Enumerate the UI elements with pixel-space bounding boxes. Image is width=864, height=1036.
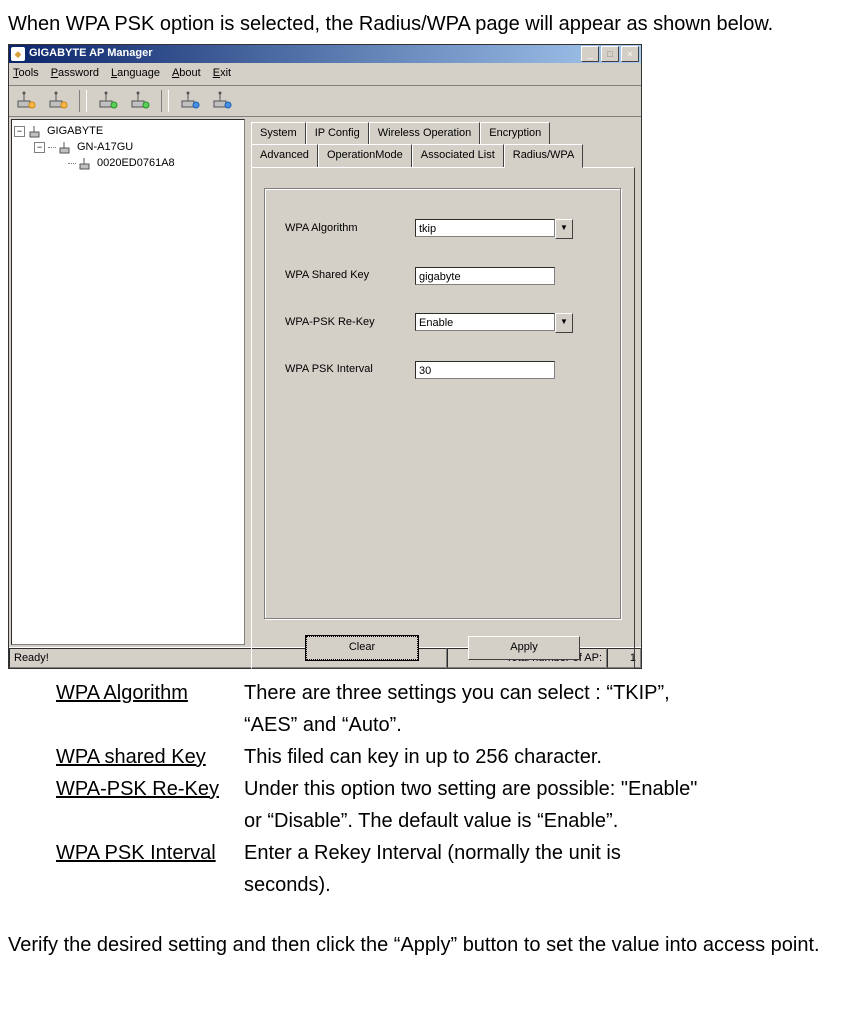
def-term-rekey: WPA-PSK Re-Key [56,773,244,805]
app-window: ◆ GIGABYTE AP Manager _ □ × Tools Passwo… [8,44,642,669]
tree-child-label: GN-A17GU [77,139,133,157]
ap-device-icon [58,141,74,155]
wpa-shared-key-label: WPA Shared Key [285,267,415,285]
toolbar-ap-icon-2[interactable] [45,90,71,112]
maximize-button[interactable]: □ [601,46,619,62]
tab-assoc[interactable]: Associated List [412,144,504,168]
tab-wireless[interactable]: Wireless Operation [369,122,481,145]
def-desc-rekey-2: or “Disable”. The default value is “Enab… [244,805,697,837]
def-term-key: WPA shared Key [56,741,244,773]
apply-button[interactable]: Apply [468,636,580,660]
tab-encryption[interactable]: Encryption [480,122,550,145]
dropdown-arrow-icon[interactable]: ▼ [555,313,573,333]
toolbar-ap-icon-4[interactable] [127,90,153,112]
titlebar: ◆ GIGABYTE AP Manager _ □ × [9,45,641,63]
tree-leaf[interactable]: 0020ED0761A8 [14,156,242,172]
menu-password[interactable]: Password [51,65,99,83]
clear-button[interactable]: Clear [306,636,418,660]
toolbar [9,86,641,117]
window-title: GIGABYTE AP Manager [29,45,581,63]
tree-toggle-icon[interactable]: − [14,126,25,137]
close-button[interactable]: × [621,46,639,62]
wpa-shared-key-input[interactable]: gigabyte [415,267,555,285]
def-desc-interval-1: Enter a Rekey Interval (normally the uni… [244,837,697,869]
dropdown-arrow-icon[interactable]: ▼ [555,219,573,239]
minimize-button[interactable]: _ [581,46,599,62]
tab-system[interactable]: System [251,122,306,145]
ap-mac-icon [78,157,94,171]
tab-ipconfig[interactable]: IP Config [306,122,369,145]
toolbar-ap-icon-3[interactable] [95,90,121,112]
wpa-algorithm-label: WPA Algorithm [285,220,415,238]
def-desc-algo-2: “AES” and “Auto”. [244,709,697,741]
tab-row-2: Advanced OperationMode Associated List R… [251,143,635,167]
def-term-interval: WPA PSK Interval [56,837,244,869]
toolbar-ap-icon-6[interactable] [209,90,235,112]
def-desc-interval-2: seconds). [244,869,697,901]
tab-opmode[interactable]: OperationMode [318,144,412,168]
tree-root-label: GIGABYTE [47,123,103,141]
form-frame: WPA Algorithm tkip ▼ WPA Shared Key giga… [264,188,622,620]
def-desc-algo-1: There are three settings you can select … [244,677,697,709]
wpa-psk-rekey-label: WPA-PSK Re-Key [285,314,415,332]
tab-advanced[interactable]: Advanced [251,144,318,168]
wpa-psk-interval-label: WPA PSK Interval [285,361,415,379]
def-desc-key: This filed can key in up to 256 characte… [244,741,697,773]
def-term-algo: WPA Algorithm [56,677,244,709]
tree-root[interactable]: − GIGABYTE [14,124,242,140]
tab-panel: WPA Algorithm tkip ▼ WPA Shared Key giga… [251,167,635,669]
menu-language[interactable]: Language [111,65,160,83]
ap-group-icon [28,125,44,139]
menu-about[interactable]: About [172,65,201,83]
app-icon: ◆ [11,47,25,61]
toolbar-separator [79,90,87,112]
tree-pane: − GIGABYTE − GN-A17GU 0020ED0761A8 [11,119,245,645]
wpa-algorithm-select[interactable]: tkip [415,219,555,237]
toolbar-ap-icon-5[interactable] [177,90,203,112]
intro-text: When WPA PSK option is selected, the Rad… [8,8,856,40]
tab-radius-wpa[interactable]: Radius/WPA [504,144,584,168]
definitions-table: WPA Algorithm There are three settings y… [56,677,697,901]
menu-tools[interactable]: Tools [13,65,39,83]
tab-row-1: System IP Config Wireless Operation Encr… [251,121,635,144]
tree-leaf-label: 0020ED0761A8 [97,155,175,173]
wpa-psk-rekey-select[interactable]: Enable [415,313,555,331]
tree-child[interactable]: − GN-A17GU [14,140,242,156]
content-pane: System IP Config Wireless Operation Encr… [247,117,641,647]
menu-exit[interactable]: Exit [213,65,231,83]
toolbar-ap-icon-1[interactable] [13,90,39,112]
wpa-psk-interval-input[interactable]: 30 [415,361,555,379]
toolbar-separator-2 [161,90,169,112]
outro-text: Verify the desired setting and then clic… [8,929,856,961]
menubar: Tools Password Language About Exit [9,63,641,86]
def-desc-rekey-1: Under this option two setting are possib… [244,773,697,805]
tree-toggle-icon[interactable]: − [34,142,45,153]
